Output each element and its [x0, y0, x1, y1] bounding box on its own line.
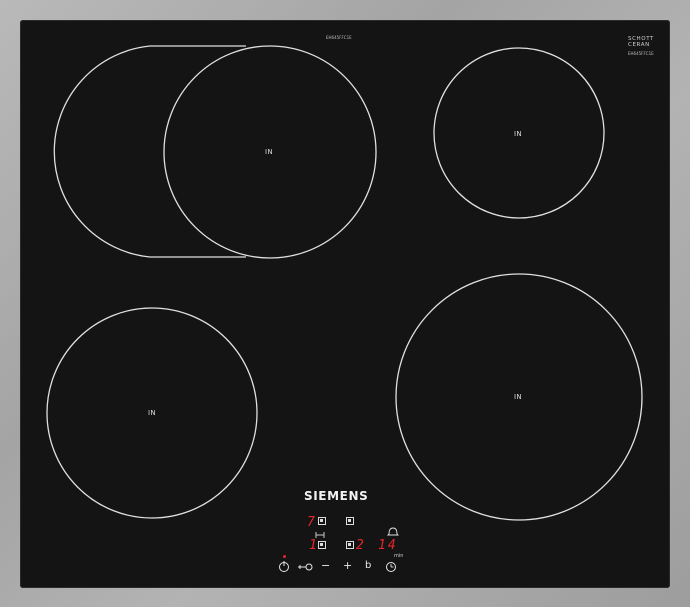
- power-icon[interactable]: [279, 561, 289, 572]
- clock-icon[interactable]: [386, 562, 396, 572]
- zone-select-top-right[interactable]: [346, 517, 354, 525]
- timer-unit: min: [394, 553, 404, 559]
- power-indicator-led: [283, 555, 286, 558]
- key-lock-icon[interactable]: [298, 563, 313, 571]
- zone-select-bottom-left[interactable]: [318, 541, 326, 549]
- plus-button[interactable]: +: [343, 559, 352, 572]
- brand-logo: SIEMENS: [304, 489, 369, 503]
- schott-line2: CERAN: [628, 42, 650, 48]
- flex-zone-outline: [53, 45, 246, 258]
- schott-model: EH645FFC1E: [628, 51, 654, 56]
- display-bottom-left: 1: [309, 538, 317, 553]
- zone-select-bottom-right[interactable]: [346, 541, 354, 549]
- minus-button[interactable]: −: [321, 559, 330, 572]
- boost-button[interactable]: b: [365, 560, 371, 571]
- timer-display: 14: [378, 538, 398, 553]
- zone-select-top-left[interactable]: [318, 517, 326, 525]
- display-top-left: 7: [307, 515, 315, 530]
- link-icon[interactable]: [315, 532, 325, 538]
- zone-top-right-label: IN: [514, 130, 522, 138]
- zone-bottom-right-label: IN: [514, 393, 522, 401]
- zone-top-left-label: IN: [265, 148, 273, 156]
- schott-ceran-logo: SCHOTT CERAN: [628, 36, 654, 48]
- cooking-zones: [46, 45, 643, 572]
- display-bottom-right: 2: [356, 538, 364, 553]
- zone-bottom-left-label: IN: [148, 409, 156, 417]
- model-number-top: EH645FFC1E: [326, 35, 352, 40]
- bell-icon: [386, 527, 400, 536]
